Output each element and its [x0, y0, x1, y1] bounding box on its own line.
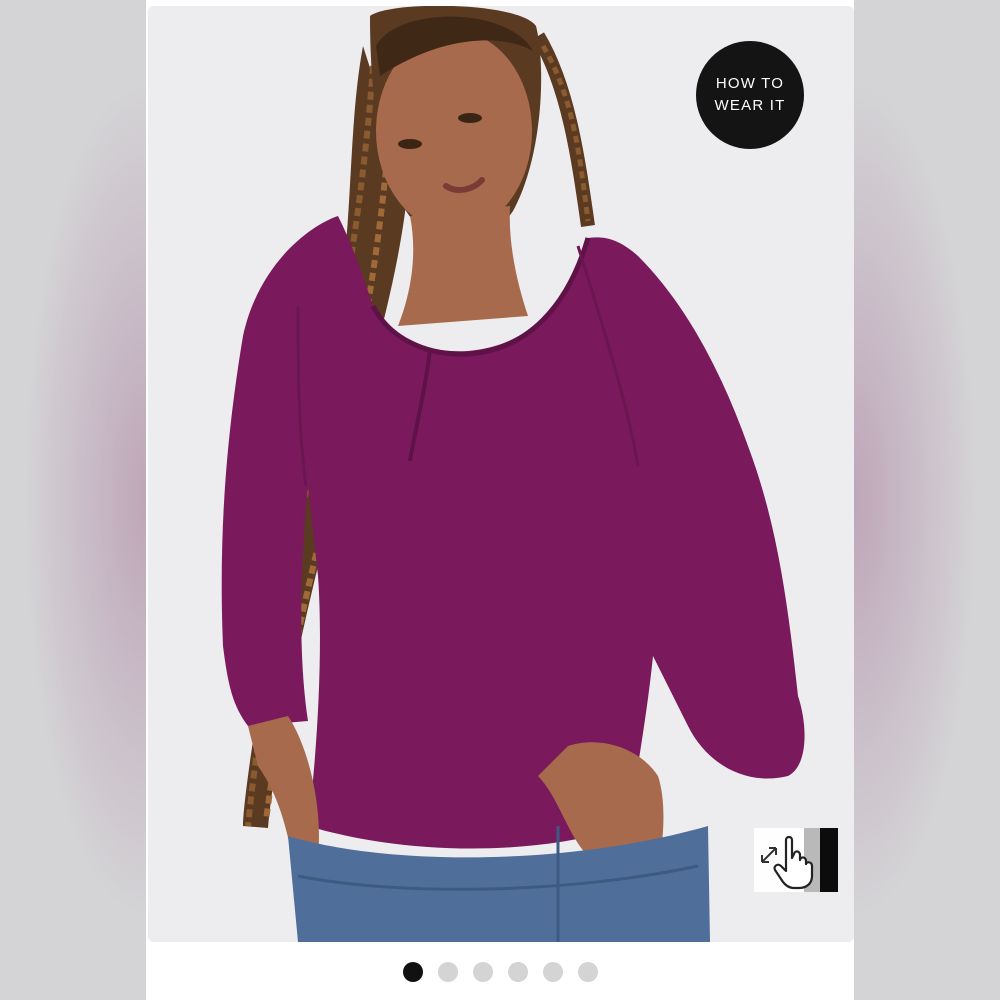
carousel-dot[interactable]: [507, 962, 528, 982]
hand-pointer-icon: [773, 835, 814, 890]
carousel-dot[interactable]: [437, 962, 458, 982]
badge-line-2: WEAR IT: [714, 97, 786, 114]
zoom-control-edge: [820, 828, 838, 892]
carousel-dot[interactable]: [577, 962, 598, 982]
carousel-dot[interactable]: [402, 962, 423, 982]
badge-line-1: HOW TO: [715, 75, 785, 92]
zoom-control-panel: [754, 828, 820, 892]
how-to-wear-it-button[interactable]: HOW TO WEAR IT: [696, 41, 804, 149]
zoom-control[interactable]: [754, 828, 838, 892]
carousel-dots: [0, 962, 1000, 984]
carousel-dot[interactable]: [542, 962, 563, 982]
carousel-dot[interactable]: [472, 962, 493, 982]
background-blur-left: [0, 0, 146, 1000]
background-blur-right: [854, 0, 1000, 1000]
